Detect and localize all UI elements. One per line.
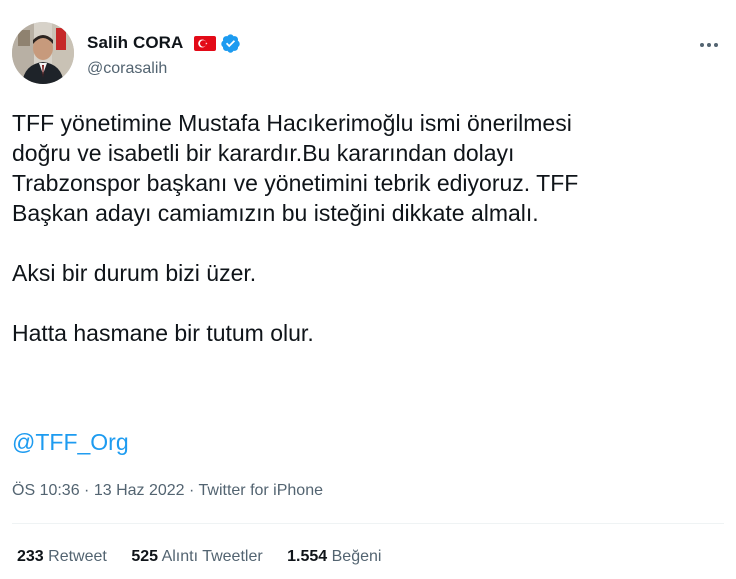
likes-label: Beğeni xyxy=(331,548,382,565)
tweet-paragraph: Aksi bir durum bizi üzer. xyxy=(12,260,257,286)
quotes-label: Alıntı Tweetler xyxy=(161,548,263,565)
meta-separator: · xyxy=(184,482,199,499)
mention-link[interactable]: @TFF_Org xyxy=(12,427,129,457)
turkey-flag-icon xyxy=(194,36,216,51)
likes-count: 1.554 xyxy=(287,548,328,565)
author-handle[interactable]: @corasalih xyxy=(87,58,167,80)
tweet-time[interactable]: ÖS 10:36 xyxy=(12,482,80,499)
tweet-source[interactable]: Twitter for iPhone xyxy=(199,482,324,499)
divider xyxy=(12,523,724,524)
tweet-card: Salih CORA @corasalih TFF yönetimine Mus… xyxy=(0,0,736,579)
tweet-stats: 233 Retweet 525 Alıntı Tweetler 1.554 Be… xyxy=(17,547,401,567)
tweet-paragraph: TFF yönetimine Mustafa Hacıkerimoğlu ism… xyxy=(12,110,579,226)
more-dot-icon xyxy=(714,43,718,47)
tweet-text: TFF yönetimine Mustafa Hacıkerimoğlu ism… xyxy=(12,108,730,348)
more-dot-icon xyxy=(707,43,711,47)
retweets-label: Retweet xyxy=(48,548,107,565)
quotes-count: 525 xyxy=(131,548,159,565)
retweets-stat[interactable]: 233 Retweet xyxy=(17,547,107,567)
verified-badge-icon xyxy=(220,33,241,54)
quotes-stat[interactable]: 525 Alıntı Tweetler xyxy=(131,547,262,567)
avatar[interactable] xyxy=(12,22,74,84)
likes-stat[interactable]: 1.554 Beğeni xyxy=(287,547,381,567)
more-options-button[interactable] xyxy=(694,32,724,58)
tweet-paragraph: Hatta hasmane bir tutum olur. xyxy=(12,320,314,346)
tweet-meta: ÖS 10:36 · 13 Haz 2022 · Twitter for iPh… xyxy=(12,481,323,501)
author-name[interactable]: Salih CORA xyxy=(87,32,183,54)
retweets-count: 233 xyxy=(17,548,44,565)
meta-separator: · xyxy=(79,482,94,499)
more-dot-icon xyxy=(700,43,704,47)
tweet-date[interactable]: 13 Haz 2022 xyxy=(94,482,185,499)
